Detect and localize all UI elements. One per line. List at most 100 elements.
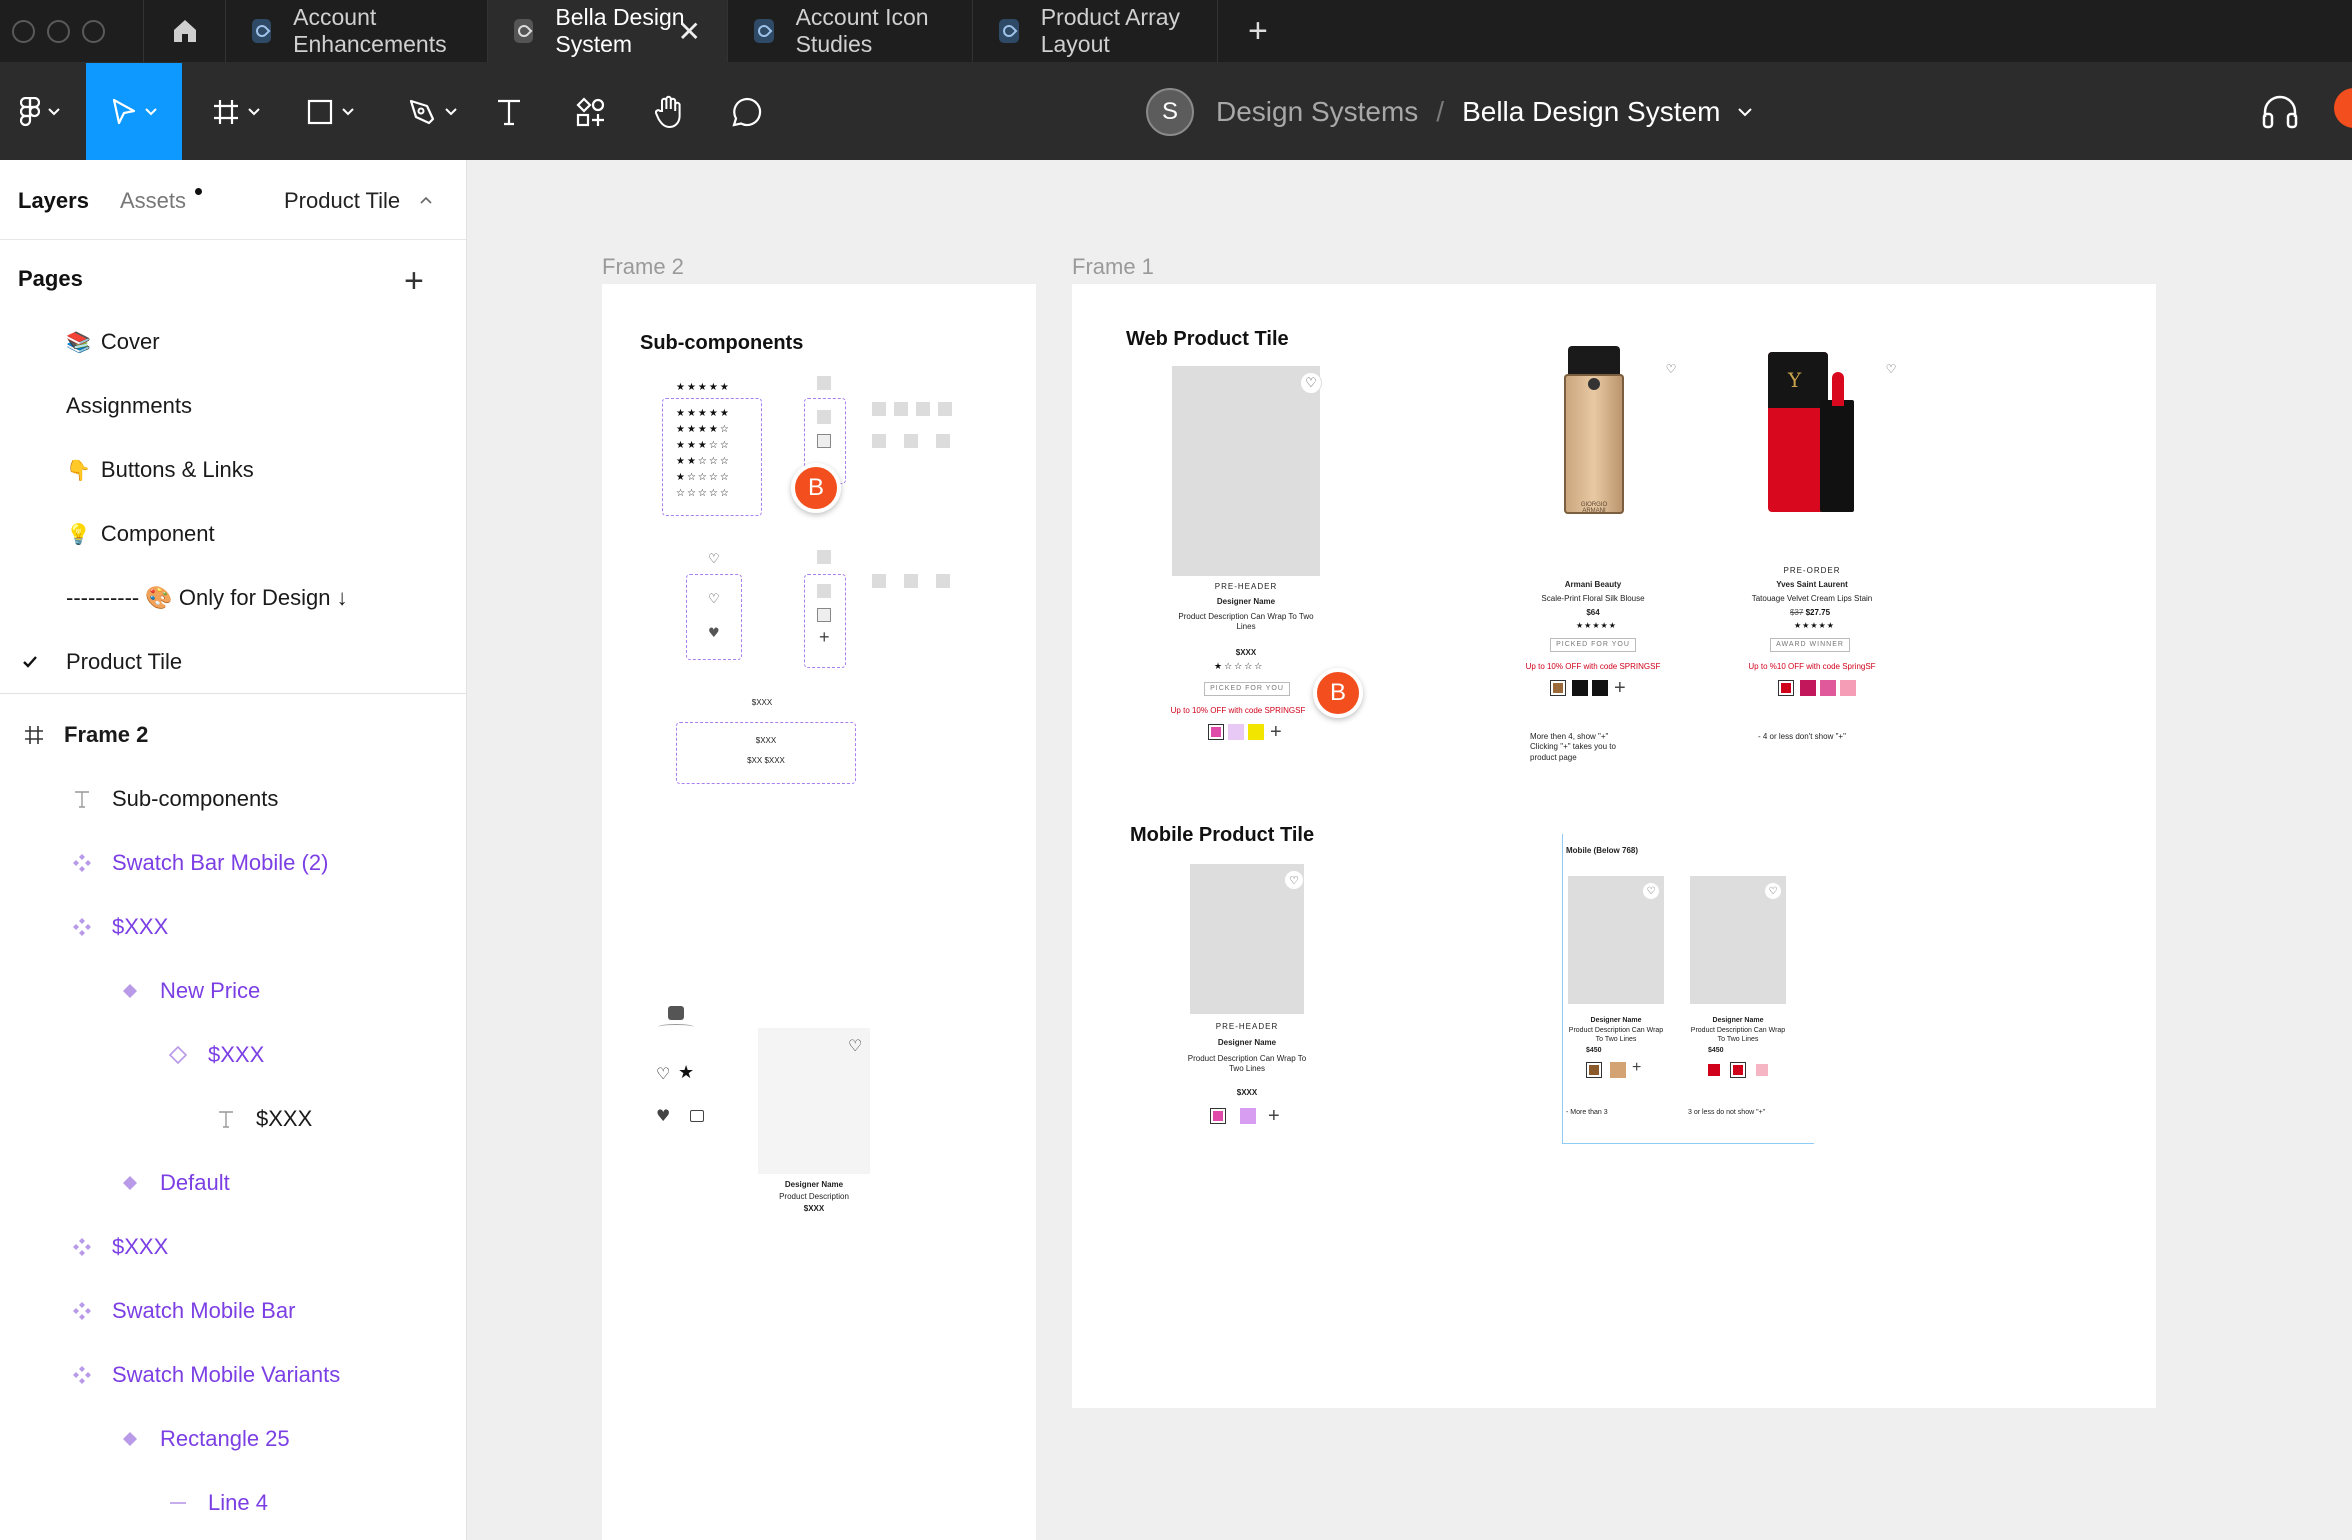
swatch[interactable] [1592,680,1608,696]
audio-button[interactable] [2260,93,2300,134]
panel-divider [0,693,466,694]
swatch[interactable] [1248,724,1264,740]
wishlist-heart-icon[interactable]: ♡ [1300,372,1322,394]
text-tool-button[interactable] [486,63,532,160]
swatch[interactable] [1840,680,1856,696]
ysl-preheader: PRE-ORDER [1783,566,1841,575]
tab-account-enhancements[interactable]: Account Enhancements [226,0,488,62]
layer-row[interactable]: Sub-components [0,767,466,831]
design-canvas[interactable]: Frame 2 Sub-components ★★★★★ ★★★★★ ★★★★☆… [468,160,2352,1540]
layer-row[interactable]: Swatch Mobile Bar [0,1279,466,1343]
tab-assets[interactable]: Assets [120,188,186,214]
ysl-badge: AWARD WINNER [1770,638,1850,652]
swatch-selected[interactable] [1778,680,1794,696]
pen-tool-button[interactable] [396,63,468,160]
wishlist-heart-icon[interactable]: ♡ [848,1036,862,1055]
layer-row[interactable]: $XXX [0,1023,466,1087]
page-item-cover[interactable]: 📚 Cover [0,310,466,374]
collaborator-avatar[interactable]: B [791,463,841,513]
swatch-selected[interactable] [1730,1062,1746,1078]
collaborator-avatar[interactable]: B [1313,668,1363,718]
page-item-buttons-links[interactable]: 👇 Buttons & Links [0,438,466,502]
swatch[interactable] [1610,1062,1626,1078]
tab-bella-design-system[interactable]: Bella Design System ✕ [488,0,728,62]
layer-row[interactable]: Swatch Bar Mobile (2) [0,831,466,895]
window-close-button[interactable] [12,19,35,43]
layer-row[interactable]: Frame 2 [0,703,466,767]
swatch[interactable] [1820,680,1836,696]
current-page-selector[interactable]: Product Tile [284,188,400,214]
avatar[interactable]: S [1146,88,1194,136]
swatch[interactable] [1240,1108,1256,1124]
more-swatches-plus-icon[interactable]: + [1270,722,1282,742]
armani-stars: ★★★★★ [1576,621,1617,630]
shape-tool-button[interactable] [294,63,366,160]
frame-1-label[interactable]: Frame 1 [1072,254,1154,280]
swatch-selected[interactable] [1208,724,1224,740]
tab-layers[interactable]: Layers [18,188,89,214]
add-page-button[interactable]: + [404,262,424,301]
component-icon [118,979,142,1003]
hand-tool-button[interactable] [646,63,692,160]
resources-tool-button[interactable] [568,63,614,160]
page-item-assignments[interactable]: Assignments [0,374,466,438]
window-minimize-button[interactable] [47,19,70,43]
price-text[interactable]: $XXX [742,698,782,708]
figma-file-icon [999,19,1019,43]
frame-1[interactable]: Web Product Tile ♡ PRE-HEADER Designer N… [1072,284,2156,1408]
web-product-tile-heading[interactable]: Web Product Tile [1126,328,1289,351]
sub-components-heading[interactable]: Sub-components [640,332,803,355]
wishlist-heart-icon[interactable]: ♡ [1662,360,1680,378]
price-variants[interactable] [676,722,856,784]
more-swatches-plus-icon[interactable]: + [1632,1060,1641,1076]
tab-account-icon-studies[interactable]: Account Icon Studies [728,0,973,62]
close-tab-icon[interactable]: ✕ [678,15,701,48]
layer-row[interactable]: $XXX [0,895,466,959]
new-tab-button[interactable]: + [1218,0,1268,62]
move-tool-button[interactable] [86,63,182,160]
home-tab[interactable] [144,0,226,62]
tab-label: Bella Design System [555,4,685,57]
layer-row[interactable]: Swatch Mobile Variants [0,1343,466,1407]
swatch[interactable] [1572,680,1588,696]
comment-tool-button[interactable] [724,63,770,160]
more-swatches-plus-icon[interactable]: + [1614,678,1626,698]
swatch-selected[interactable] [1550,680,1566,696]
mobile-product-tile-heading[interactable]: Mobile Product Tile [1130,824,1314,847]
layer-row[interactable]: $XXX [0,1087,466,1151]
chevron-up-icon[interactable] [420,196,432,204]
wishlist-heart-icon[interactable]: ♡ [1284,870,1304,890]
wishlist-heart-icon[interactable]: ♡ [1642,882,1660,900]
layers-panel: Layers Assets Product Tile Pages + 📚 Cov… [0,160,467,1540]
breadcrumb-project[interactable]: Design Systems [1216,96,1418,128]
more-swatches-plus-icon[interactable]: + [1268,1106,1280,1126]
breadcrumb-file-name[interactable]: Bella Design System [1462,96,1720,128]
frame-2-label[interactable]: Frame 2 [602,254,684,280]
window-zoom-button[interactable] [82,19,105,43]
page-item-component[interactable]: 💡 Component [0,502,466,566]
layer-row[interactable]: Line 4 [0,1471,466,1535]
tile-price: $XXX [1235,648,1257,657]
wishlist-heart-variants[interactable] [686,574,742,660]
page-item-only-for-design[interactable]: ---------- 🎨 Only for Design ↓ [0,566,466,630]
tab-product-array-layout[interactable]: Product Array Layout [973,0,1218,62]
product-image-placeholder[interactable] [1172,366,1320,576]
chevron-down-icon[interactable] [1738,107,1753,117]
wishlist-heart-icon[interactable]: ♡ [1764,882,1782,900]
swatch-selected[interactable] [1586,1062,1602,1078]
layer-row[interactable]: New Price [0,959,466,1023]
layer-row[interactable]: Default [0,1151,466,1215]
wishlist-heart-icon[interactable]: ♡ [1882,360,1900,378]
layer-row[interactable]: Rectangle 25 [0,1407,466,1471]
swatch[interactable] [1708,1064,1720,1076]
swatch-selected[interactable] [1210,1108,1226,1124]
swatch[interactable] [1228,724,1244,740]
swatch[interactable] [1800,680,1816,696]
layer-row[interactable]: $XXX [0,1215,466,1279]
page-item-product-tile[interactable]: Product Tile [0,630,466,694]
swatch-square [904,574,918,588]
frame-tool-button[interactable] [200,63,272,160]
main-menu-button[interactable] [0,63,80,160]
armani-bottle-image[interactable] [1564,374,1624,514]
swatch[interactable] [1756,1064,1768,1076]
